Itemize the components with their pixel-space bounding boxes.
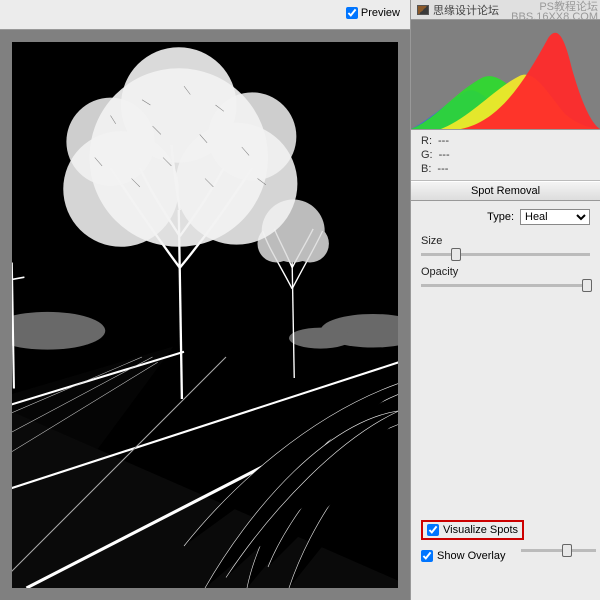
b-label: B: — [421, 162, 431, 176]
watermark: PS教程论坛 BBS.16XX8.COM — [511, 2, 598, 22]
panel-title-text: 思缘设计论坛 — [433, 2, 499, 18]
opacity-slider[interactable] — [421, 284, 590, 287]
r-value: --- — [438, 134, 449, 148]
histogram[interactable] — [411, 20, 600, 130]
b-value: --- — [437, 162, 448, 176]
spot-controls: Type: Heal Size Opacity — [411, 201, 600, 305]
g-label: G: — [421, 148, 433, 162]
visualize-spots-checkbox[interactable] — [427, 524, 439, 536]
show-overlay-label: Show Overlay — [437, 550, 505, 562]
g-value: --- — [439, 148, 450, 162]
visualize-spots-canvas[interactable] — [12, 42, 398, 588]
opacity-label: Opacity — [421, 266, 590, 278]
size-slider[interactable] — [421, 253, 590, 256]
spot-removal-header[interactable]: Spot Removal — [411, 181, 600, 201]
type-select[interactable]: Heal — [520, 209, 590, 225]
preview-checkbox[interactable] — [346, 7, 358, 19]
size-label: Size — [421, 235, 590, 247]
type-label: Type: — [487, 211, 514, 223]
profile-swatch-icon — [417, 5, 429, 15]
r-label: R: — [421, 134, 432, 148]
visualize-spots-label: Visualize Spots — [443, 524, 518, 536]
preview-checkbox-group[interactable]: Preview — [346, 7, 400, 19]
visualize-spots-highlight: Visualize Spots — [421, 520, 524, 540]
right-panel: 思缘设计论坛 R: --- G: --- B: --- Spot Removal Ty… — [410, 0, 600, 600]
rgb-readout: R: --- G: --- B: --- — [411, 130, 600, 181]
bottom-options: Visualize Spots Show Overlay — [411, 512, 600, 580]
show-overlay-checkbox[interactable] — [421, 550, 433, 562]
image-viewport — [0, 30, 410, 600]
preview-label: Preview — [361, 7, 400, 19]
